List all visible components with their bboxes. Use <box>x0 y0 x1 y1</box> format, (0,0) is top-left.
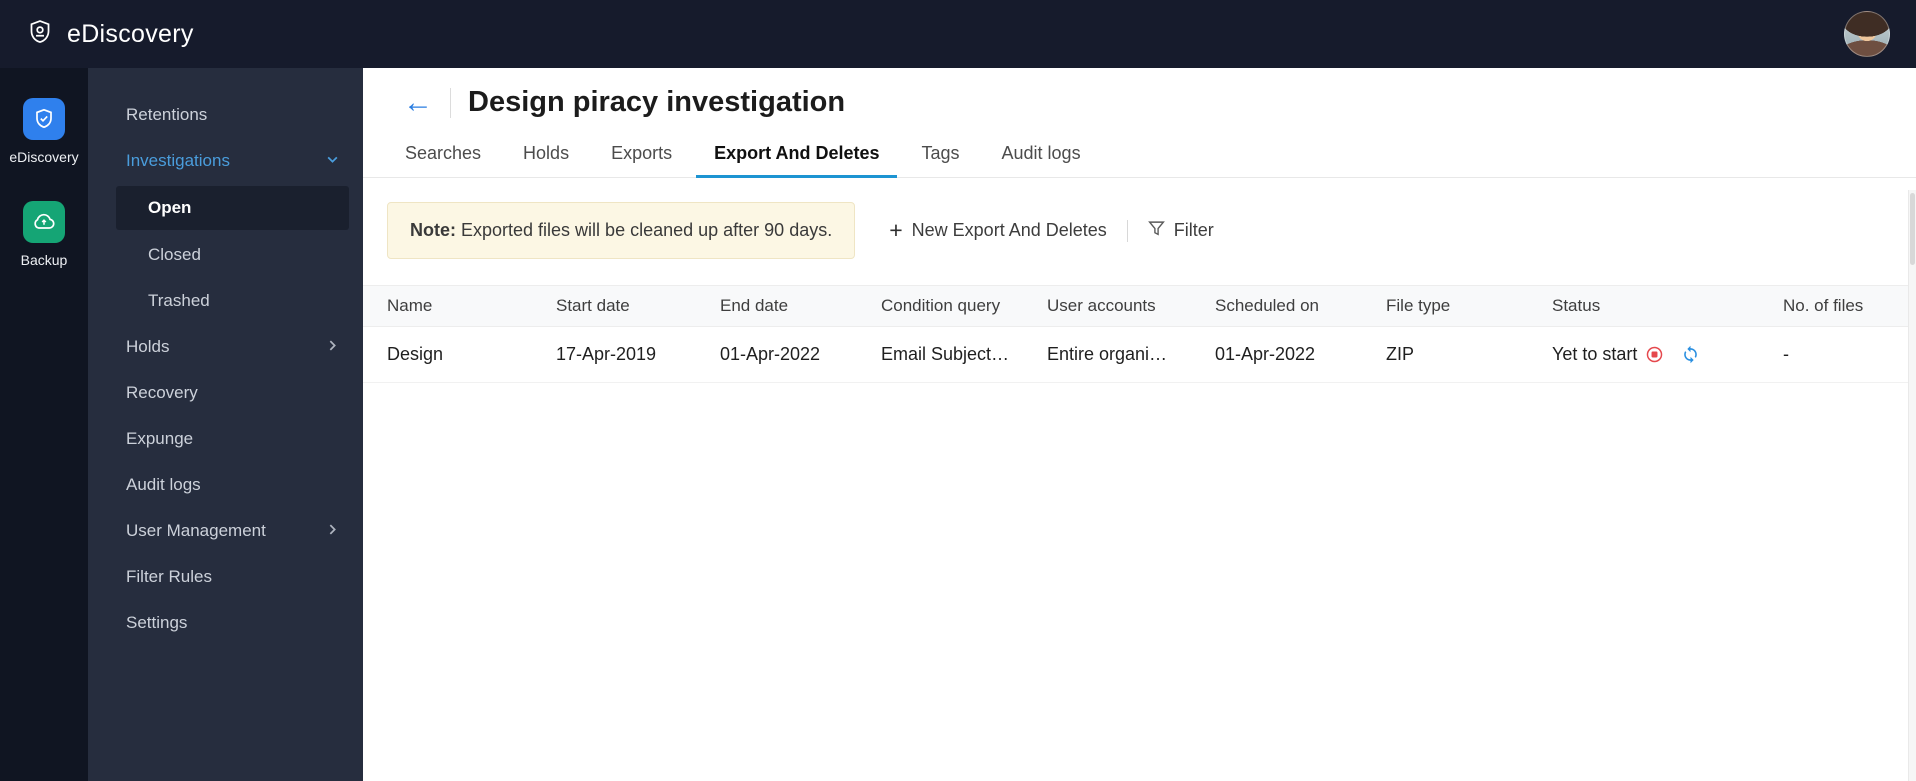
cell-name: Design <box>387 344 444 364</box>
column-header-name: Name <box>387 296 433 315</box>
cell-end-date: 01-Apr-2022 <box>720 344 821 364</box>
export-deletes-table: Name Start date End date Condition query… <box>363 285 1916 383</box>
sidebar-item-label: Holds <box>126 337 170 356</box>
note-banner: Note: Exported files will be cleaned up … <box>387 202 856 259</box>
tab-label: Exports <box>611 143 673 163</box>
filter-funnel-icon <box>1147 220 1165 242</box>
tab-label: Tags <box>921 143 960 163</box>
app-root: eDiscovery eDiscovery Backup Retentions … <box>0 0 1916 781</box>
table-row[interactable]: Design 17-Apr-2019 01-Apr-2022 Email Sub… <box>363 327 1916 383</box>
sidebar-item-label: Open <box>148 198 192 217</box>
main-content: ← Design piracy investigation Searches H… <box>363 68 1916 781</box>
sidebar-item-user-management[interactable]: User Management <box>88 508 363 554</box>
rail-item-label: Backup <box>20 252 68 268</box>
scrollbar-thumb[interactable] <box>1910 193 1915 265</box>
rail-item-label: eDiscovery <box>9 149 79 165</box>
sidebar-item-label: Recovery <box>126 383 198 402</box>
sidebar-item-trashed[interactable]: Trashed <box>88 278 363 324</box>
tab-export-and-deletes[interactable]: Export And Deletes <box>696 129 898 178</box>
cell-file-type: ZIP <box>1386 344 1415 364</box>
tab-tags[interactable]: Tags <box>903 129 977 177</box>
column-header-condition-query: Condition query <box>881 296 1001 315</box>
sidebar-item-investigations[interactable]: Investigations <box>88 138 363 184</box>
column-header-user-accounts: User accounts <box>1047 296 1156 315</box>
tab-label: Audit logs <box>1001 143 1081 163</box>
sidebar-item-label: Settings <box>126 613 188 632</box>
chevron-right-icon <box>326 521 339 541</box>
rail-item-backup[interactable]: Backup <box>20 201 68 268</box>
stop-icon[interactable] <box>1646 346 1663 363</box>
column-header-file-type: File type <box>1386 296 1451 315</box>
filter-button[interactable]: Filter <box>1147 220 1214 242</box>
tab-label: Export And Deletes <box>714 143 880 163</box>
header-divider <box>450 87 451 118</box>
status-text: Yet to start <box>1552 344 1638 364</box>
backup-cloud-icon <box>22 201 65 243</box>
sidebar-item-label: User Management <box>126 521 266 540</box>
sidebar-item-label: Filter Rules <box>126 567 212 586</box>
table-header-row: Name Start date End date Condition query… <box>363 285 1916 327</box>
sidebar-item-expunge[interactable]: Expunge <box>88 416 363 462</box>
sidebar-item-filter-rules[interactable]: Filter Rules <box>88 554 363 600</box>
tab-exports[interactable]: Exports <box>593 129 690 177</box>
brand: eDiscovery <box>26 18 194 51</box>
tab-searches[interactable]: Searches <box>387 129 499 177</box>
note-text: Exported files will be cleaned up after … <box>456 220 833 240</box>
cell-no-of-files: - <box>1783 344 1789 364</box>
sidebar-item-label: Retentions <box>126 105 208 124</box>
cell-scheduled-on: 01-Apr-2022 <box>1215 344 1316 364</box>
column-header-start-date: Start date <box>556 296 630 315</box>
column-header-scheduled-on: Scheduled on <box>1215 296 1319 315</box>
body-row: eDiscovery Backup Retentions Investigati… <box>0 68 1916 781</box>
cell-user-accounts: Entire organi… <box>1047 344 1168 364</box>
tab-label: Holds <box>523 143 570 163</box>
cell-status: Yet to start <box>1552 344 1783 365</box>
cell-start-date: 17-Apr-2019 <box>556 344 657 364</box>
sidebar-item-retentions[interactable]: Retentions <box>88 92 363 138</box>
ediscovery-logo-icon <box>26 18 54 51</box>
sidebar-item-label: Expunge <box>126 429 194 448</box>
sidebar-item-label: Trashed <box>148 291 210 310</box>
sidebar-item-closed[interactable]: Closed <box>88 232 363 278</box>
page-header: ← Design piracy investigation <box>363 68 1916 129</box>
sidebar-item-label: Closed <box>148 245 201 264</box>
sidebar-item-open[interactable]: Open <box>116 186 349 230</box>
tab-holds[interactable]: Holds <box>505 129 587 177</box>
page-title: Design piracy investigation <box>468 86 846 118</box>
sidebar-item-holds[interactable]: Holds <box>88 324 363 370</box>
plus-icon: + <box>889 217 903 243</box>
toolbar-divider <box>1126 219 1128 242</box>
sidebar-item-audit-logs[interactable]: Audit logs <box>88 462 363 508</box>
sidebar-item-settings[interactable]: Settings <box>88 600 363 646</box>
rail-item-ediscovery[interactable]: eDiscovery <box>9 98 79 165</box>
back-arrow-icon[interactable]: ← <box>403 87 433 118</box>
column-header-status: Status <box>1552 296 1601 315</box>
app-rail: eDiscovery Backup <box>0 68 88 781</box>
topbar: eDiscovery <box>0 0 1916 68</box>
tab-bar: Searches Holds Exports Export And Delete… <box>363 129 1916 178</box>
toolbar: Note: Exported files will be cleaned up … <box>363 178 1916 259</box>
cell-condition-query: Email Subject… <box>881 344 1010 364</box>
tab-label: Searches <box>405 143 482 163</box>
column-header-no-of-files: No. of files <box>1783 296 1864 315</box>
refresh-icon[interactable] <box>1681 345 1700 364</box>
sidebar-item-label: Audit logs <box>126 475 201 494</box>
chevron-right-icon <box>326 337 339 357</box>
user-avatar[interactable] <box>1844 11 1890 57</box>
sidebar-item-label: Investigations <box>126 151 230 170</box>
vertical-scrollbar[interactable] <box>1908 190 1916 781</box>
new-export-label: New Export And Deletes <box>911 220 1107 240</box>
sidebar: Retentions Investigations Open Closed Tr… <box>88 68 363 781</box>
ediscovery-shield-icon <box>23 98 65 140</box>
sidebar-item-recovery[interactable]: Recovery <box>88 370 363 416</box>
filter-label: Filter <box>1173 220 1214 240</box>
new-export-and-deletes-button[interactable]: + New Export And Deletes <box>889 219 1107 242</box>
app-title: eDiscovery <box>67 19 194 48</box>
column-header-end-date: End date <box>720 296 789 315</box>
tab-audit-logs[interactable]: Audit logs <box>984 129 1099 177</box>
chevron-down-icon <box>326 151 339 171</box>
note-label: Note: <box>410 220 456 240</box>
